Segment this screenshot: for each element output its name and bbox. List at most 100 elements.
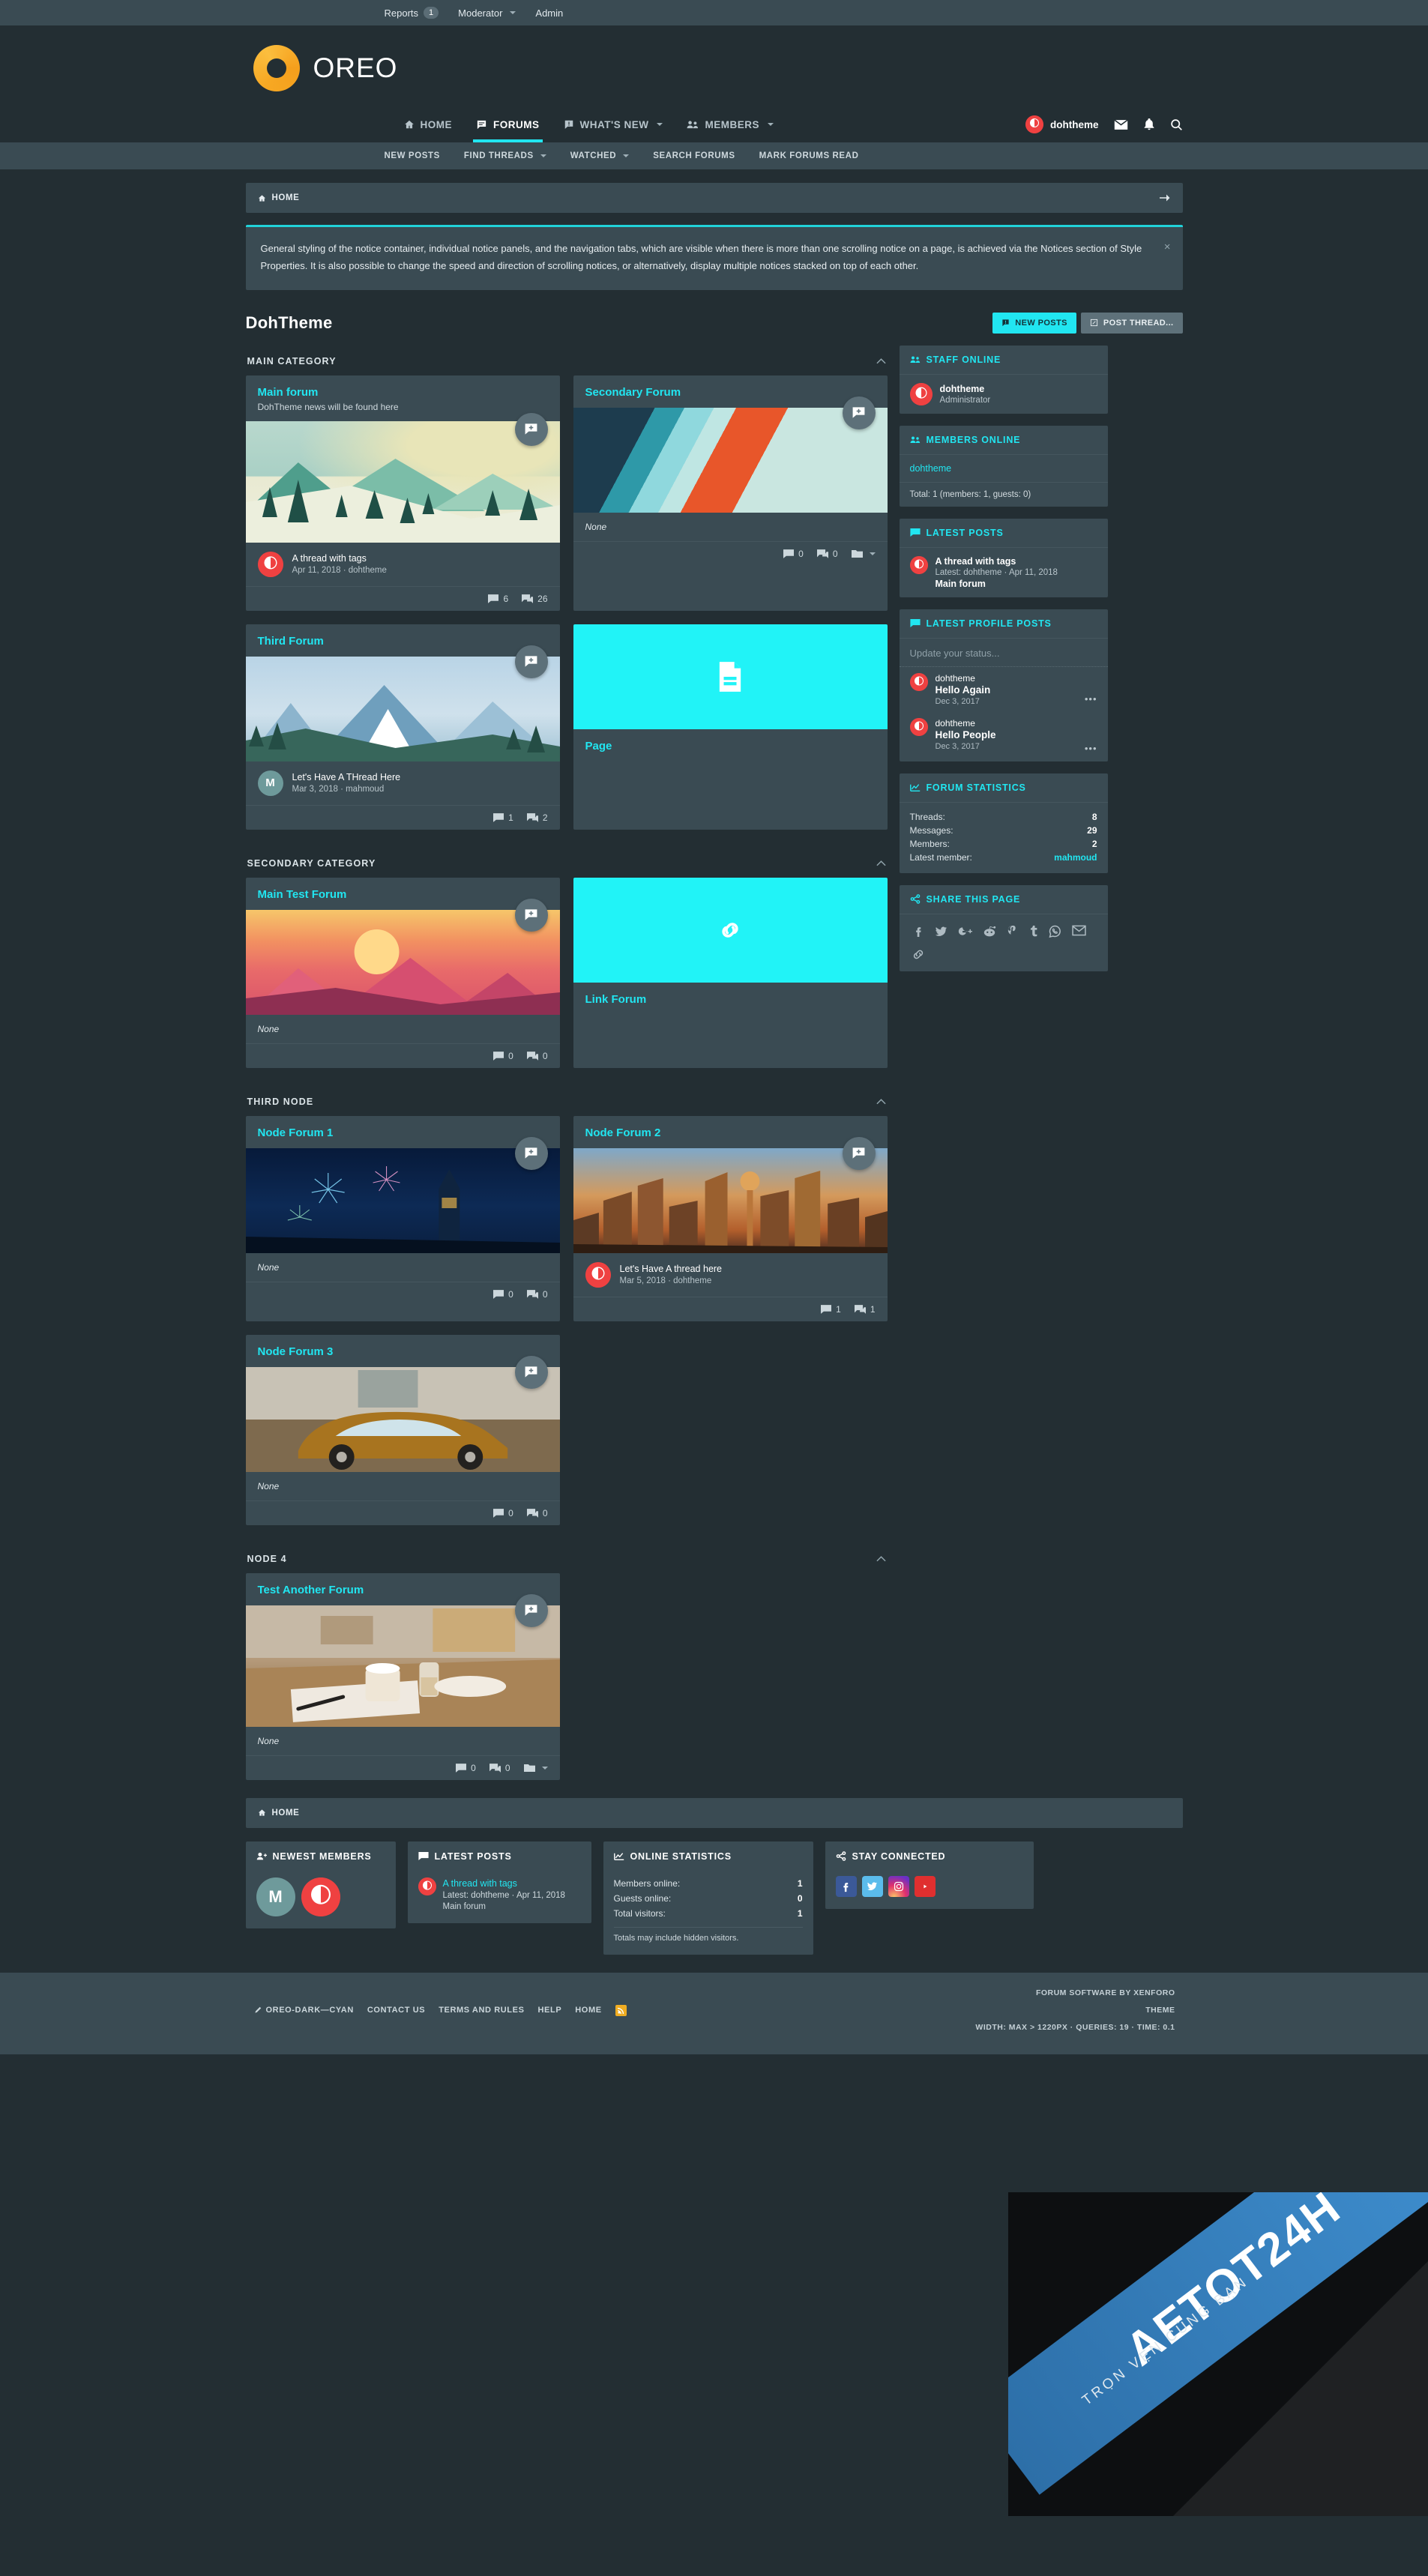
reddit-icon[interactable] bbox=[983, 925, 996, 938]
staffbar-item-admin[interactable]: Admin bbox=[535, 7, 563, 19]
pinterest-icon[interactable] bbox=[1007, 925, 1019, 938]
footer-link-contact-us[interactable]: CONTACT US bbox=[367, 2006, 425, 2015]
nav-item-members[interactable]: MEMBERS bbox=[675, 106, 786, 142]
subnav-item-search-forums[interactable]: SEARCH FORUMS bbox=[641, 142, 747, 169]
footer-link-help[interactable]: HELP bbox=[538, 2006, 562, 2015]
facebook-icon[interactable] bbox=[912, 925, 924, 938]
latest-post-title[interactable]: A thread with tags bbox=[936, 556, 1058, 567]
post-thread-button[interactable]: POST THREAD... bbox=[1080, 312, 1183, 334]
forum-node-third-forum[interactable]: Third Forum M Let's Have A THread Here M… bbox=[245, 624, 560, 830]
twitter-icon[interactable] bbox=[861, 1875, 883, 1897]
tumblr-icon[interactable] bbox=[1029, 925, 1038, 938]
nav-item-whats-new[interactable]: WHAT'S NEW bbox=[552, 106, 675, 142]
profile-post-user[interactable]: dohtheme bbox=[936, 718, 996, 729]
whatsapp-icon[interactable] bbox=[1048, 925, 1061, 938]
online-member-row[interactable]: dohtheme bbox=[899, 455, 1108, 483]
staff-member-row[interactable]: dohtheme Administrator bbox=[900, 375, 1108, 414]
more-options-icon[interactable]: ••• bbox=[1085, 743, 1097, 754]
bottom-breadcrumb-home[interactable]: HOME bbox=[258, 1809, 300, 1818]
bell-icon[interactable] bbox=[1143, 118, 1155, 131]
nav-item-forums[interactable]: FORUMS bbox=[464, 106, 552, 142]
account-menu[interactable]: dohtheme bbox=[1025, 115, 1099, 133]
forum-node-main-test-forum[interactable]: Main Test Forum None 0 0 bbox=[245, 877, 560, 1068]
profile-post-row[interactable]: dohtheme Hello Again Dec 3, 2017 ••• bbox=[900, 667, 1108, 712]
node-title[interactable]: Third Forum bbox=[258, 635, 324, 648]
staffbar-item-reports[interactable]: Reports 1 bbox=[385, 7, 439, 19]
subnav-item-new-posts[interactable]: NEW POSTS bbox=[385, 142, 452, 169]
node-title[interactable]: Node Forum 3 bbox=[258, 1345, 334, 1358]
category-header[interactable]: MAIN CATEGORY bbox=[246, 346, 888, 375]
last-post-title[interactable]: Let's Have A thread here bbox=[620, 1264, 723, 1274]
google-plus-icon[interactable] bbox=[958, 925, 972, 938]
forum-node-node-forum-2[interactable]: Node Forum 2 Let's Have A thread here Ma… bbox=[573, 1115, 888, 1321]
category-header[interactable]: SECONDARY CATEGORY bbox=[246, 848, 888, 878]
node-title[interactable]: Secondary Forum bbox=[585, 386, 681, 399]
profile-post-user[interactable]: dohtheme bbox=[936, 673, 991, 684]
site-logo[interactable]: OREO bbox=[246, 45, 1183, 91]
post-thread-fab[interactable] bbox=[514, 1593, 548, 1627]
more-options-icon[interactable]: ••• bbox=[1085, 693, 1097, 705]
post-thread-fab[interactable] bbox=[842, 1136, 876, 1170]
chevron-up-icon[interactable] bbox=[876, 1555, 886, 1562]
forum-node-secondary-forum[interactable]: Secondary Forum None 0 0 bbox=[573, 375, 888, 611]
forum-node-node-forum-3[interactable]: Node Forum 3 None 0 0 bbox=[245, 1334, 560, 1525]
node-title[interactable]: Page bbox=[585, 740, 612, 752]
forum-node-page[interactable]: Page bbox=[573, 624, 888, 830]
node-title[interactable]: Node Forum 2 bbox=[585, 1126, 661, 1139]
subnav-item-find-threads[interactable]: FIND THREADS bbox=[452, 142, 558, 169]
bottom-latest-post-title[interactable]: A thread with tags bbox=[443, 1878, 517, 1889]
subnav-item-mark-forums-read[interactable]: MARK FORUMS READ bbox=[747, 142, 871, 169]
category-header[interactable]: THIRD NODE bbox=[246, 1086, 888, 1116]
forum-node-node-forum-1[interactable]: Node Forum 1 None 0 0 bbox=[245, 1115, 560, 1321]
bottom-latest-post-row[interactable]: A thread with tags Latest: dohtheme · Ap… bbox=[408, 1871, 591, 1923]
latest-post-forum[interactable]: Main forum bbox=[936, 579, 1058, 589]
post-thread-fab[interactable] bbox=[514, 1136, 548, 1170]
chevron-up-icon[interactable] bbox=[876, 860, 886, 866]
post-thread-fab[interactable] bbox=[514, 1355, 548, 1389]
instagram-icon[interactable] bbox=[888, 1875, 909, 1897]
footer-link-style[interactable]: OREO-DARK—CYAN bbox=[253, 2006, 354, 2015]
inbox-icon[interactable] bbox=[1113, 119, 1128, 130]
latest-member-link[interactable]: mahmoud bbox=[1054, 852, 1097, 863]
staffbar-item-moderator[interactable]: Moderator bbox=[458, 7, 516, 19]
avatar[interactable] bbox=[301, 1877, 340, 1916]
link-icon[interactable] bbox=[912, 948, 925, 961]
status-input[interactable]: Update your status... bbox=[899, 639, 1108, 667]
node-title[interactable]: Test Another Forum bbox=[258, 1584, 364, 1596]
breadcrumb-home[interactable]: HOME bbox=[258, 193, 300, 202]
node-title[interactable]: Node Forum 1 bbox=[258, 1126, 334, 1139]
last-post-title[interactable]: A thread with tags bbox=[292, 553, 387, 564]
category-header[interactable]: NODE 4 bbox=[246, 1543, 888, 1573]
forum-node-test-another-forum[interactable]: Test Another Forum None 0 0 bbox=[245, 1572, 560, 1780]
forum-node-main-forum[interactable]: Main forum DohTheme news will be found h… bbox=[245, 375, 560, 611]
node-title[interactable]: Main Test Forum bbox=[258, 888, 347, 901]
nav-item-home[interactable]: HOME bbox=[392, 106, 465, 142]
rss-icon[interactable] bbox=[615, 2004, 627, 2016]
latest-post-row[interactable]: A thread with tags Latest: dohtheme · Ap… bbox=[900, 548, 1108, 597]
node-title[interactable]: Link Forum bbox=[585, 993, 647, 1006]
online-member-name[interactable]: dohtheme bbox=[910, 463, 952, 474]
post-thread-fab[interactable] bbox=[514, 645, 548, 678]
bottom-latest-post-forum[interactable]: Main forum bbox=[443, 1902, 565, 1911]
avatar[interactable]: M bbox=[256, 1877, 295, 1916]
search-icon[interactable] bbox=[1170, 118, 1183, 131]
post-thread-fab[interactable] bbox=[514, 898, 548, 932]
forum-node-link-forum[interactable]: Link Forum bbox=[573, 877, 888, 1068]
youtube-icon[interactable] bbox=[914, 1875, 936, 1897]
email-icon[interactable] bbox=[1071, 925, 1086, 938]
chevron-up-icon[interactable] bbox=[876, 1098, 886, 1105]
twitter-icon[interactable] bbox=[935, 925, 948, 938]
close-icon[interactable]: × bbox=[1164, 238, 1171, 257]
subnav-item-watched[interactable]: WATCHED bbox=[558, 142, 641, 169]
last-post-title[interactable]: Let's Have A THread Here bbox=[292, 772, 401, 782]
facebook-icon[interactable] bbox=[835, 1875, 857, 1897]
footer-link-home[interactable]: HOME bbox=[575, 2006, 601, 2015]
chevron-up-icon[interactable] bbox=[876, 358, 886, 364]
new-posts-button[interactable]: NEW POSTS bbox=[992, 312, 1076, 334]
post-thread-fab[interactable] bbox=[514, 412, 548, 446]
profile-post-row[interactable]: dohtheme Hello People Dec 3, 2017 ••• bbox=[900, 712, 1108, 761]
footer-link-terms-and-rules[interactable]: TERMS AND RULES bbox=[439, 2006, 524, 2015]
post-thread-fab[interactable] bbox=[842, 396, 876, 429]
subforum-toggle[interactable] bbox=[523, 1764, 548, 1773]
node-title[interactable]: Main forum bbox=[258, 386, 319, 399]
